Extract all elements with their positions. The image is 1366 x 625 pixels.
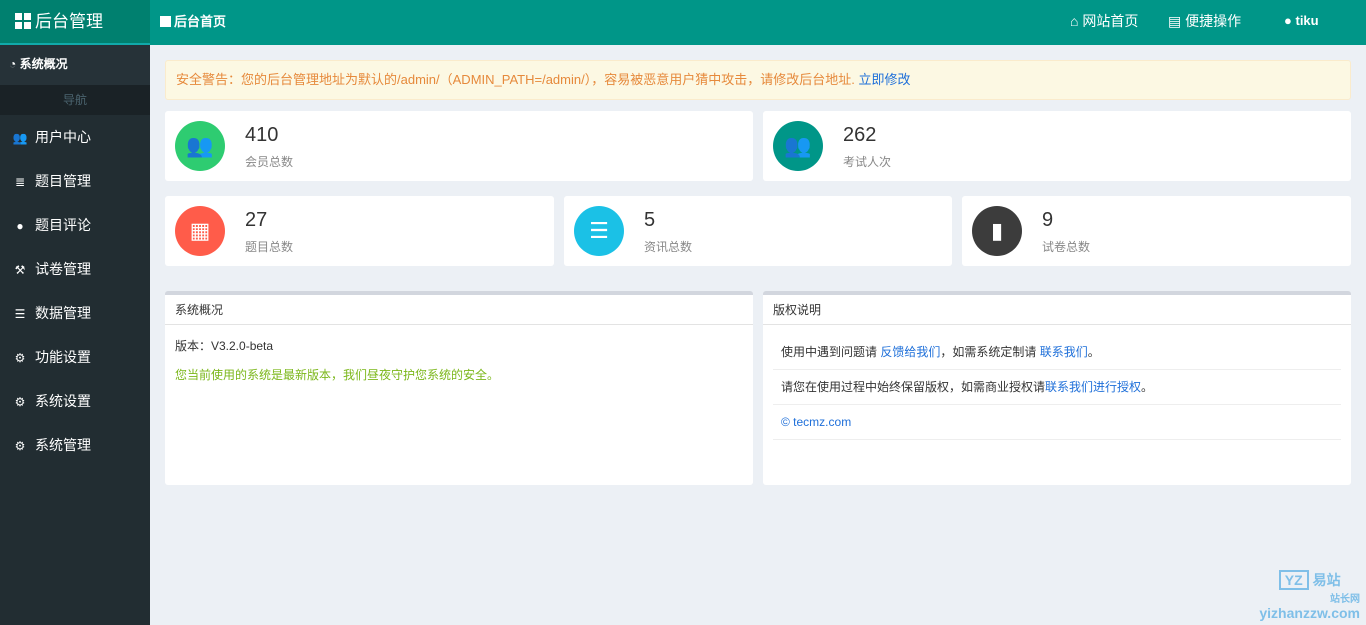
watermark-logo: YZ 易站 站长网 yizhanzzw.com	[1259, 570, 1360, 621]
sidebar-item-questions[interactable]: ≣ 题目管理	[0, 159, 150, 203]
text: 请您在使用过程中始终保留版权，如需商业授权请	[781, 380, 1046, 394]
text: 。	[1141, 380, 1154, 394]
logo-text: 后台管理	[35, 12, 103, 31]
stat-card-news[interactable]: ☰ 5 资讯总数	[564, 196, 952, 266]
stat-value: 27	[245, 209, 268, 231]
panel-title: 系统概况	[165, 295, 753, 325]
license-row: 请您在使用过程中始终保留版权，如需商业授权请联系我们进行授权。	[773, 370, 1341, 405]
stat-value: 410	[245, 124, 279, 146]
nav-label: 网站首页	[1082, 13, 1139, 29]
comment-icon: ●	[16, 219, 24, 233]
list-alt-icon: ▤	[1168, 13, 1182, 29]
text: 使用中遇到问题请	[781, 345, 881, 359]
stat-card-papers[interactable]: ▮ 9 试卷总数	[962, 196, 1351, 266]
users-icon: 👥	[175, 121, 225, 171]
label: 试卷管理	[35, 261, 91, 277]
stat-value: 9	[1042, 209, 1054, 231]
cog-icon: ⚙	[14, 395, 26, 409]
list-icon: ☰	[574, 206, 624, 256]
text: ，如需系统定制请	[940, 345, 1040, 359]
watermark-url: yizhanzzw.com	[1259, 605, 1360, 621]
site-link[interactable]: © tecmz.com	[781, 415, 851, 429]
top-bar: 后台管理 后台首页 ⌂ 网站首页 ▤ 便捷操作 ● tiku	[0, 0, 1366, 45]
users-icon: 👥	[773, 121, 823, 171]
label: 数据管理	[35, 305, 91, 321]
user-icon: ●	[1284, 13, 1292, 28]
cogs-icon: ⚙	[14, 351, 26, 365]
site-row: © tecmz.com	[773, 405, 1341, 440]
stat-label: 考试人次	[843, 155, 892, 169]
stat-label: 题目总数	[245, 240, 294, 254]
cogs-icon: ⚙	[14, 439, 26, 453]
th-large-icon	[15, 13, 31, 29]
stat-value: 5	[644, 209, 656, 231]
sidebar-item-papers[interactable]: ⚒ 试卷管理	[0, 247, 150, 291]
stat-card-exams[interactable]: 👥 262 考试人次	[763, 111, 1351, 181]
copyright-panel: 版权说明 使用中遇到问题请 反馈给我们，如需系统定制请 联系我们。 请您在使用过…	[763, 291, 1351, 485]
watermark-brand: 易站	[1312, 572, 1341, 588]
version-text: 版本：V3.2.0-beta	[175, 339, 274, 353]
stat-label: 会员总数	[245, 155, 294, 169]
nav-label: 便捷操作	[1185, 13, 1242, 29]
feedback-link[interactable]: 反馈给我们	[880, 345, 940, 359]
dashboard-icon: ◔	[9, 57, 17, 71]
label: 题目评论	[35, 217, 91, 233]
nav-quick-actions[interactable]: ▤ 便捷操作	[1168, 0, 1241, 42]
panel-title: 版权说明	[763, 295, 1351, 325]
grid-icon: ▦	[175, 206, 225, 256]
sidebar-item-users[interactable]: 👥 用户中心	[0, 115, 150, 159]
sidebar-item-features[interactable]: ⚙ 功能设置	[0, 335, 150, 379]
sidebar: ◔ 系统概况 导航 👥 用户中心 ≣ 题目管理 ● 题目评论 ⚒ 试卷管理 ☰ 数据管理 …	[0, 45, 150, 625]
sidebar-item-data[interactable]: ☰ 数据管理	[0, 291, 150, 335]
square-icon	[160, 16, 171, 27]
stat-label: 试卷总数	[1042, 240, 1091, 254]
nav-heading: 导航	[0, 85, 150, 115]
license-link[interactable]: 联系我们进行授权	[1045, 380, 1141, 394]
gavel-icon: ⚒	[14, 263, 26, 277]
security-alert: 安全警告：您的后台管理地址为默认的/admin/（ADMIN_PATH=/adm…	[165, 60, 1351, 100]
alert-text: 安全警告：您的后台管理地址为默认的/admin/（ADMIN_PATH=/adm…	[176, 72, 855, 87]
sidebar-item-system-settings[interactable]: ⚙ 系统设置	[0, 379, 150, 423]
contact-link[interactable]: 联系我们	[1040, 345, 1088, 359]
database-icon: ≣	[14, 175, 26, 189]
sidebar-item-system-manage[interactable]: ⚙ 系统管理	[0, 423, 150, 467]
nav-site-home[interactable]: ⌂ 网站首页	[1070, 0, 1138, 42]
fix-now-link[interactable]: 立即修改	[858, 72, 910, 87]
label: 用户中心	[35, 129, 91, 145]
logo[interactable]: 后台管理	[0, 0, 150, 45]
nav-label: tiku	[1295, 13, 1319, 28]
sidebar-overview[interactable]: ◔ 系统概况	[0, 45, 150, 85]
stat-card-questions[interactable]: ▦ 27 题目总数	[165, 196, 554, 266]
breadcrumb-label: 后台首页	[174, 14, 227, 29]
nav-user[interactable]: ● tiku	[1284, 0, 1319, 42]
list-icon: ☰	[14, 307, 26, 321]
watermark-sub: 站长网	[1330, 594, 1360, 605]
stat-card-members[interactable]: 👥 410 会员总数	[165, 111, 753, 181]
sidebar-item-comments[interactable]: ● 题目评论	[0, 203, 150, 247]
system-overview-panel: 系统概况 版本：V3.2.0-beta 您当前使用的系统是最新版本，我们昼夜守护…	[165, 291, 753, 485]
text: 。	[1087, 345, 1100, 359]
label: 题目管理	[35, 173, 91, 189]
label: 系统概况	[19, 57, 68, 71]
users-icon: 👥	[12, 131, 28, 145]
stat-label: 资讯总数	[644, 240, 693, 254]
label: 系统设置	[35, 393, 91, 409]
stat-value: 262	[843, 124, 877, 146]
home-icon: ⌂	[1070, 13, 1079, 29]
label: 系统管理	[35, 437, 91, 453]
breadcrumb[interactable]: 后台首页	[160, 0, 226, 43]
file-icon: ▮	[972, 206, 1022, 256]
feedback-row: 使用中遇到问题请 反馈给我们，如需系统定制请 联系我们。	[773, 335, 1341, 370]
label: 功能设置	[35, 349, 91, 365]
status-text: 您当前使用的系统是最新版本，我们昼夜守护您系统的安全。	[175, 368, 500, 382]
